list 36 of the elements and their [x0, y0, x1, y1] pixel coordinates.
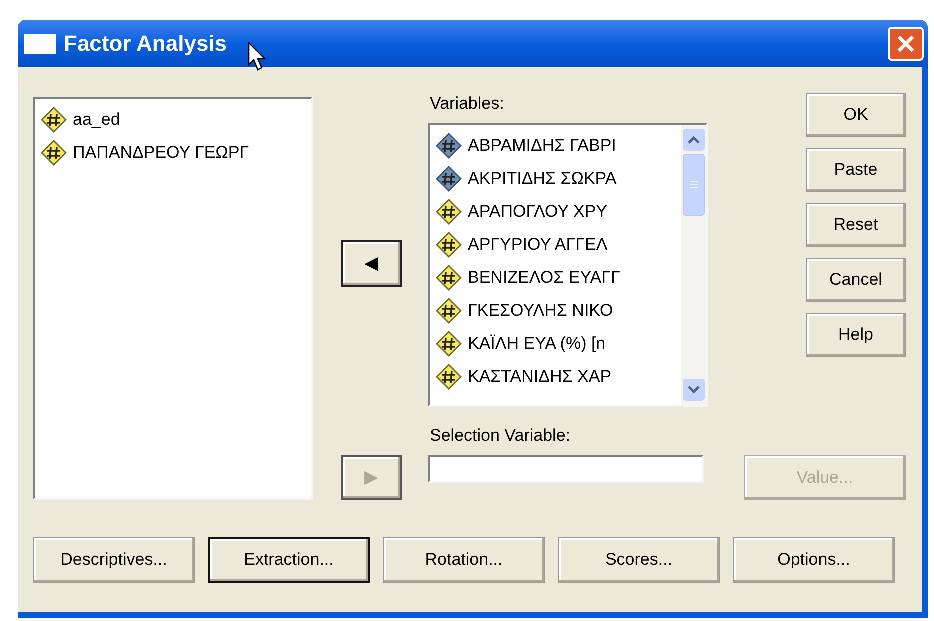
dialog-button[interactable]: Rotation...	[383, 537, 545, 583]
scrollbar[interactable]	[681, 125, 706, 405]
variables-label: Variables:	[430, 93, 506, 115]
selection-variable-field[interactable]	[428, 455, 704, 483]
variable-name[interactable]: ΓΚΕΣΟΥΛΗΣ ΝΙΚΟ	[468, 298, 614, 324]
dialog-button[interactable]: Extraction...	[208, 537, 370, 583]
chevron-down-icon	[688, 386, 700, 394]
scroll-thumb[interactable]	[682, 154, 704, 216]
dialog-button[interactable]: Options...	[733, 537, 895, 583]
dialog-button[interactable]: Paste	[806, 148, 906, 192]
mouse-cursor-icon	[248, 42, 268, 72]
dialog-button[interactable]: Reset	[806, 203, 906, 247]
dialog-button[interactable]: Cancel	[806, 258, 906, 302]
window-icon	[24, 34, 56, 54]
variable-name[interactable]: ΑΚΡΙΤΙΔΗΣ ΣΩΚΡΑ	[468, 166, 617, 192]
move-left-button[interactable]: ◀	[341, 240, 402, 287]
variable-name[interactable]: ΑΡΓΥΡΙΟΥ ΑΓΓΕΛ	[468, 232, 608, 258]
close-icon	[896, 34, 916, 54]
chevron-up-icon	[688, 136, 700, 144]
close-button[interactable]	[888, 26, 924, 60]
variable-name[interactable]: ΒΕΝΙΖΕΛΟΣ ΕΥΑΓΓ	[468, 264, 620, 290]
dialog-button[interactable]: OK	[806, 93, 906, 137]
variable-name[interactable]: ΑΡΑΠΟΓΛΟΥ ΧΡΥ	[468, 198, 608, 224]
dialog-button[interactable]: Descriptives...	[33, 537, 195, 583]
scroll-down-button[interactable]	[682, 379, 704, 401]
dialog-button[interactable]: Help	[806, 313, 906, 357]
selection-variable-label: Selection Variable:	[430, 425, 572, 447]
variable-name[interactable]: ΑΒΡΑΜΙΔΗΣ ΓΑΒΡΙ	[468, 132, 616, 158]
grip-icon	[690, 181, 698, 189]
dialog-button[interactable]: Scores...	[558, 537, 720, 583]
variable-name[interactable]: ΠΑΠΑΝΔΡΕΟΥ ΓΕΩΡΓ	[73, 140, 250, 166]
variable-name[interactable]: ΚΑΣΤΑΝΙΔΗΣ ΧΑΡ	[468, 364, 612, 390]
variable-name[interactable]: ΚΑΪΛΗ ΕΥΑ (%) [n	[468, 330, 606, 356]
window-title: Factor Analysis	[64, 30, 228, 58]
scroll-up-button[interactable]	[682, 129, 704, 151]
variable-name[interactable]: aa_ed	[73, 106, 120, 132]
